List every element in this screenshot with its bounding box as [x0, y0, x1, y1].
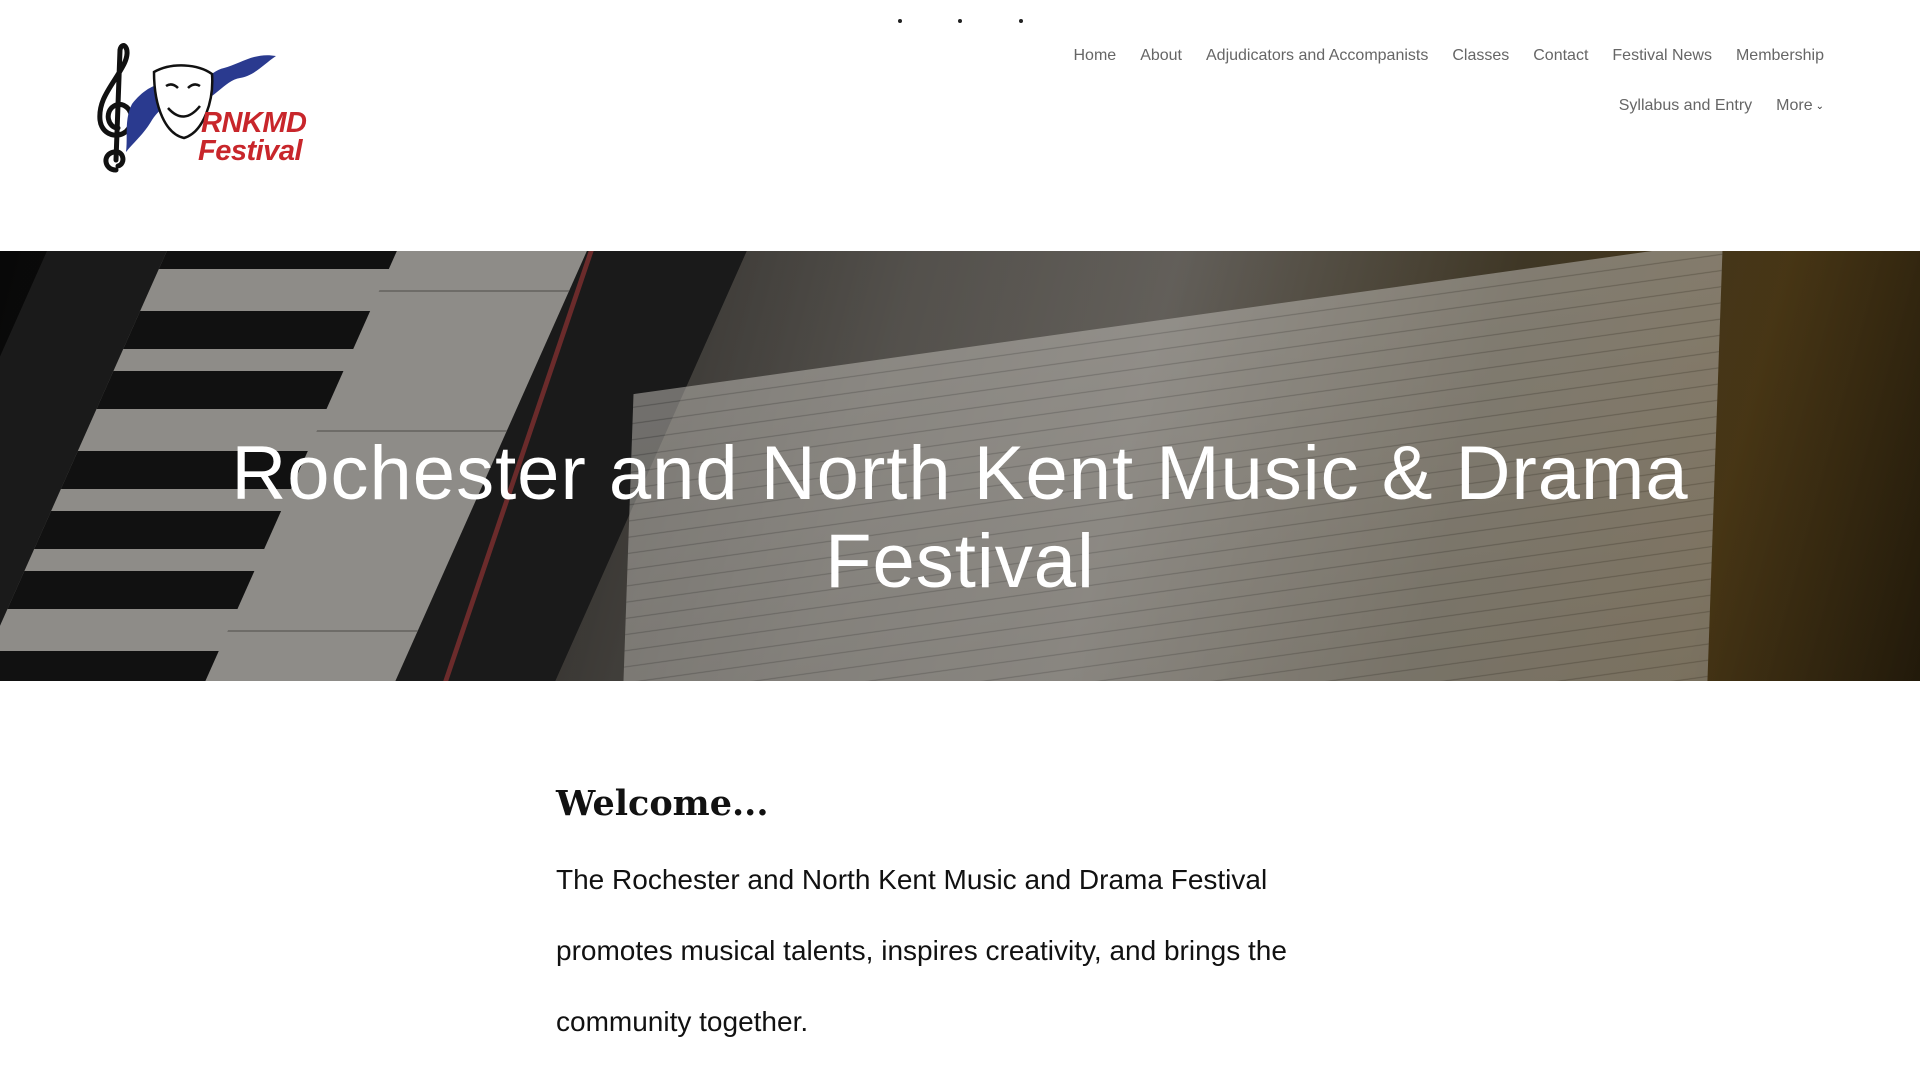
nav-more[interactable]: More ⌄ [1776, 96, 1824, 117]
main-content: Welcome... The Rochester and North Kent … [556, 780, 1356, 1085]
site-logo[interactable]: RNKMD Festival [94, 42, 307, 174]
chevron-down-icon: ⌄ [1815, 101, 1824, 112]
loading-dots [0, 19, 1920, 25]
nav-more-label: More [1776, 97, 1813, 114]
welcome-heading: Welcome... [556, 783, 769, 824]
nav-syllabus-and-entry[interactable]: Syllabus and Entry [1619, 96, 1752, 117]
welcome-paragraph: The Rochester and North Kent Music and D… [556, 864, 1287, 1037]
main-nav: Home About Adjudicators and Accompanists… [1074, 46, 1825, 117]
nav-home[interactable]: Home [1074, 46, 1117, 66]
site-header: RNKMD Festival Home About Adjudicators a… [0, 0, 1920, 251]
nav-adjudicators[interactable]: Adjudicators and Accompanists [1206, 46, 1428, 66]
nav-membership[interactable]: Membership [1736, 46, 1824, 66]
nav-about[interactable]: About [1140, 46, 1182, 66]
hero-title: Rochester and North Kent Music & Drama F… [231, 430, 1689, 604]
nav-classes[interactable]: Classes [1452, 46, 1509, 66]
dot [958, 19, 962, 23]
dot [898, 19, 902, 23]
dot [1019, 19, 1023, 23]
hero-banner: Rochester and North Kent Music & Drama F… [0, 251, 1920, 681]
logo-text-rnkmd: RNKMD [201, 107, 307, 139]
nav-contact[interactable]: Contact [1533, 46, 1588, 66]
logo-text-festival: Festival [198, 135, 303, 167]
nav-festival-news[interactable]: Festival News [1612, 46, 1712, 66]
